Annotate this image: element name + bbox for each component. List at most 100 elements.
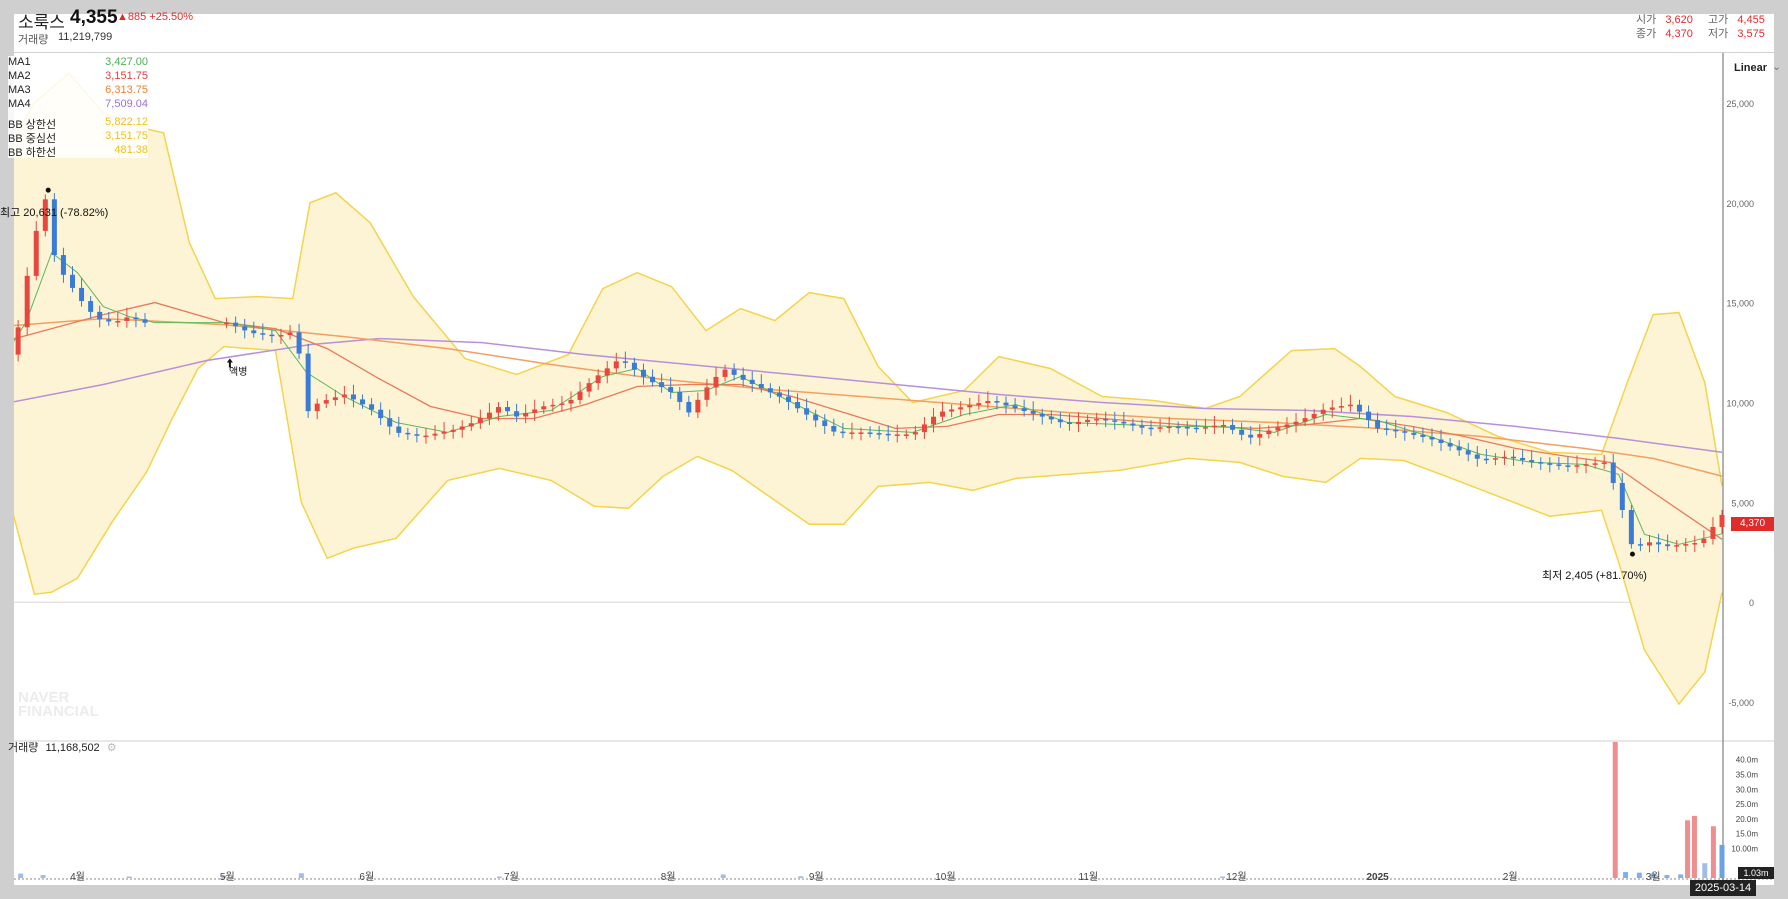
volume-bar <box>1612 741 1618 878</box>
candle-body <box>423 435 429 438</box>
x-tick-label: 3월 <box>1646 871 1661 883</box>
bollinger-band-fill <box>14 73 1722 704</box>
x-tick-label: 2025 <box>1366 872 1389 883</box>
candle-body <box>1121 421 1127 424</box>
candle-body <box>931 416 937 425</box>
candle-body <box>885 433 891 436</box>
price-tick-label: -5,000 <box>1728 698 1754 708</box>
candle-body <box>631 362 637 370</box>
candle-body <box>686 401 692 413</box>
legend-value: 3,427.00 <box>105 56 148 68</box>
candle-body <box>70 274 76 288</box>
candle-body <box>242 326 248 331</box>
candle-body <box>1701 538 1707 544</box>
candle-body <box>758 383 764 389</box>
candle-body <box>840 431 846 434</box>
volume-bar <box>40 875 46 878</box>
volume-bar <box>126 876 132 878</box>
candle-body <box>33 230 39 276</box>
candle-body <box>532 409 538 413</box>
candle-body <box>1520 457 1526 461</box>
volume-tick-label: 40.0m <box>1736 756 1759 765</box>
legend-value: 5,822.12 <box>105 116 148 128</box>
legend-value: 7,509.04 <box>105 98 148 110</box>
volume-bar <box>1664 875 1670 878</box>
candle-body <box>949 409 955 412</box>
volume-bar <box>1678 874 1684 878</box>
candle-body <box>1710 526 1716 539</box>
candle-body <box>1420 434 1426 437</box>
candle-body <box>1193 427 1199 430</box>
scale-mode-toggle[interactable]: Linear <box>1734 62 1767 74</box>
candle-body <box>849 432 855 434</box>
high-marker <box>45 187 51 193</box>
candle-body <box>822 420 828 426</box>
candle-body <box>1619 482 1625 511</box>
legend-name: MA2 <box>8 70 31 82</box>
volume-bar <box>720 874 726 878</box>
candle-body <box>958 407 964 410</box>
legend-name: MA4 <box>8 98 31 110</box>
candle-body <box>1347 404 1353 407</box>
volume-tick-label: 20.0m <box>1736 815 1759 824</box>
candle-body <box>1438 439 1444 443</box>
candle-body <box>1275 427 1281 431</box>
settings-icon[interactable]: ⚙ <box>107 742 117 754</box>
candle-body <box>133 317 139 320</box>
legend-value: 3,151.75 <box>105 130 148 142</box>
candle-body <box>1538 462 1544 464</box>
watermark-line: FINANCIAL <box>18 703 99 720</box>
candle-body <box>831 425 837 432</box>
candle-body <box>541 406 547 410</box>
candle-body <box>921 424 927 433</box>
candle-body <box>994 401 1000 403</box>
candle-body <box>79 287 85 302</box>
candle-body <box>722 369 728 377</box>
volume-tick-label: 35.0m <box>1736 770 1759 779</box>
candle-body <box>1266 430 1272 435</box>
candle-body <box>1547 463 1553 465</box>
price-tick-label: 20,000 <box>1726 199 1754 209</box>
candle-body <box>459 426 465 430</box>
candle-body <box>668 387 674 393</box>
candle-body <box>514 411 520 417</box>
candle-body <box>1320 409 1326 414</box>
candle-body <box>1003 402 1009 406</box>
candle-body <box>1012 405 1018 409</box>
volume-bar <box>298 873 304 878</box>
volume-bar <box>496 876 502 878</box>
candle-body <box>577 391 583 400</box>
candle-body <box>360 399 366 405</box>
price-tick-label: 10,000 <box>1726 398 1754 408</box>
legend-item: BB 하한선 481.38 <box>8 144 148 159</box>
candle-body <box>414 434 420 436</box>
candle-body <box>1284 424 1290 428</box>
candle-body <box>1103 418 1109 421</box>
candle-body <box>1719 514 1725 527</box>
candle-body <box>1248 434 1254 438</box>
volume-bar <box>1710 826 1716 878</box>
legend-name: MA1 <box>8 56 31 68</box>
candle-body <box>251 330 257 334</box>
candle-body <box>1257 434 1263 438</box>
candle-body <box>441 431 447 434</box>
current-volume-tag: 1.03m <box>1738 867 1774 879</box>
candle-body <box>704 387 710 400</box>
candle-body <box>505 407 511 412</box>
x-tick-label: 4월 <box>70 871 85 883</box>
legend-item: BB 상한선 5,822.12 <box>8 116 148 131</box>
price-chart[interactable]: -5,000 0 5,000 10,000 15,000 20,000 25,000 10.0… <box>14 14 1774 885</box>
chevron-down-icon[interactable]: ⌄ <box>1772 60 1781 73</box>
candle-body <box>97 311 103 320</box>
x-tick-label: 10월 <box>935 871 955 883</box>
candle-body <box>1221 424 1227 427</box>
volume-panel-title: 거래량 <box>8 742 39 754</box>
candle-body <box>1039 413 1045 417</box>
candle-body <box>858 432 864 434</box>
volume-tick-label: 25.0m <box>1736 800 1759 809</box>
volume-panel-label: 거래량 11,168,502 ⚙ <box>8 739 117 755</box>
x-tick-label: 8월 <box>661 871 676 883</box>
candle-body <box>1230 424 1236 430</box>
candle-body <box>1057 419 1063 423</box>
candle-body <box>622 361 628 363</box>
